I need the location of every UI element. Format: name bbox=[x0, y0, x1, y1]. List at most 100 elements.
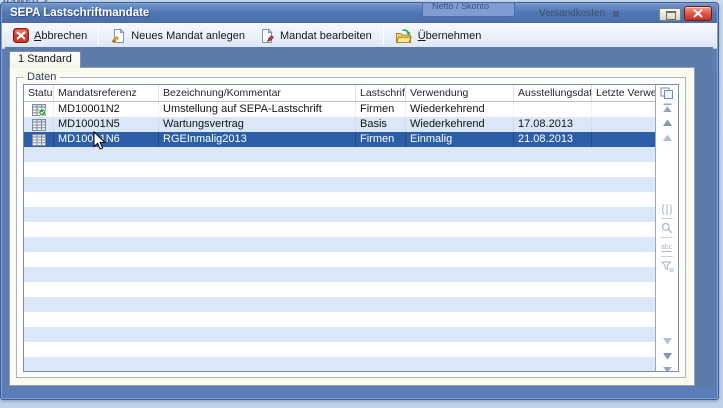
column-header-letzte_verwendung[interactable]: Letzte Verwendung bbox=[592, 85, 656, 101]
cell-bezeichnung[interactable]: RGEInmalig2013 bbox=[159, 132, 356, 147]
cell-ausstellungsdatum[interactable]: 17.08.2013 bbox=[514, 117, 592, 132]
column-header-bezeichnung[interactable]: Bezeichnung/Kommentar bbox=[159, 85, 356, 101]
empty-row bbox=[24, 207, 655, 222]
toolbar-button-übernehmen[interactable]: Übernehmen bbox=[388, 25, 489, 47]
empty-row bbox=[24, 192, 655, 207]
cell-status[interactable] bbox=[24, 117, 54, 132]
column-width-icon[interactable] bbox=[660, 203, 674, 215]
table-row[interactable]: MD10001N5WartungsvertragBasisWiederkehre… bbox=[24, 117, 655, 132]
next-page-icon[interactable] bbox=[660, 350, 674, 362]
empty-row bbox=[24, 357, 655, 371]
cell-status[interactable] bbox=[24, 132, 54, 147]
svg-text:abc: abc bbox=[661, 244, 673, 251]
next-row-icon[interactable] bbox=[660, 335, 674, 347]
first-row-icon[interactable] bbox=[660, 102, 674, 114]
daten-groupbox-label: Daten bbox=[23, 71, 60, 83]
toolbar-button-mandat-bearbeiten[interactable]: Mandat bearbeiten bbox=[252, 25, 379, 47]
toolbar-separator bbox=[98, 26, 99, 45]
edit-document-icon bbox=[259, 28, 275, 44]
empty-row bbox=[24, 342, 655, 357]
nav-separator bbox=[661, 237, 673, 238]
toolbar: Abbrechen Neues Mandat anlegen Mandat bear… bbox=[2, 23, 717, 49]
cell-verwendung[interactable]: Einmalig bbox=[406, 132, 514, 147]
tab-page: Daten StatusMandatsreferenzBezeichnung/K… bbox=[9, 67, 695, 386]
empty-row bbox=[24, 147, 655, 162]
apply-icon bbox=[395, 28, 413, 44]
titlebar[interactable]: SEPA Lastschriftmandate Netto / Skonto V… bbox=[2, 4, 717, 23]
nav-separator bbox=[661, 218, 673, 219]
background-netto-skonto-label: Netto / Skonto bbox=[432, 2, 489, 11]
client-area: 1 Standard Daten StatusMandatsreferenzBe… bbox=[5, 47, 713, 387]
cell-lastschriftart[interactable]: Basis bbox=[356, 117, 406, 132]
window-title: SEPA Lastschriftmandate bbox=[10, 7, 149, 19]
toolbar-separator bbox=[383, 26, 384, 45]
mouse-cursor bbox=[93, 131, 106, 150]
empty-row bbox=[24, 267, 655, 282]
new-document-icon bbox=[110, 28, 126, 44]
table-icon bbox=[32, 119, 46, 131]
toolbar-button-label: Neues Mandat anlegen bbox=[131, 30, 245, 42]
table-check-icon bbox=[32, 104, 46, 116]
background-window-square bbox=[613, 11, 619, 17]
cell-verwendung[interactable]: Wiederkehrend bbox=[406, 102, 514, 117]
cell-letzte_verwendung[interactable] bbox=[592, 132, 656, 147]
empty-row bbox=[24, 162, 655, 177]
table-row[interactable]: MD10001N6RGEInmalig2013FirmenEinmalig21.… bbox=[24, 132, 655, 147]
nav-group-bottom bbox=[656, 335, 678, 372]
cell-lastschriftart[interactable]: Firmen bbox=[356, 102, 406, 117]
tab-standard[interactable]: 1 Standard bbox=[9, 51, 81, 68]
sepa-mandate-dialog: SEPA Lastschriftmandate Netto / Skonto V… bbox=[0, 2, 719, 400]
empty-row bbox=[24, 252, 655, 267]
cell-mandatsreferenz[interactable]: MD10001N2 bbox=[54, 102, 159, 117]
grid: StatusMandatsreferenzBezeichnung/Komment… bbox=[24, 85, 656, 371]
cell-bezeichnung[interactable]: Wartungsvertrag bbox=[159, 117, 356, 132]
cell-letzte_verwendung[interactable] bbox=[592, 102, 656, 117]
cell-ausstellungsdatum[interactable]: 21.08.2013 bbox=[514, 132, 592, 147]
grid-nav-strip: abc bbox=[656, 85, 678, 371]
grid-header: StatusMandatsreferenzBezeichnung/Komment… bbox=[24, 85, 655, 102]
column-header-mandatsreferenz[interactable]: Mandatsreferenz bbox=[54, 85, 159, 101]
close-button[interactable] bbox=[684, 6, 712, 21]
search-icon[interactable] bbox=[660, 222, 674, 234]
toolbar-button-label: Übernehmen bbox=[418, 30, 482, 42]
nav-separator bbox=[661, 256, 673, 257]
restore-button[interactable] bbox=[659, 8, 681, 21]
empty-row bbox=[24, 177, 655, 192]
last-row-icon[interactable] bbox=[660, 365, 674, 372]
cell-verwendung[interactable]: Wiederkehrend bbox=[406, 117, 514, 132]
toolbar-button-abbrechen[interactable]: Abbrechen bbox=[6, 25, 94, 46]
cancel-icon bbox=[13, 28, 29, 43]
empty-row bbox=[24, 237, 655, 252]
text-search-icon[interactable]: abc bbox=[660, 241, 674, 253]
empty-row bbox=[24, 282, 655, 297]
mandate-grid: StatusMandatsreferenzBezeichnung/Komment… bbox=[23, 84, 679, 372]
cell-letzte_verwendung[interactable] bbox=[592, 117, 656, 132]
cell-lastschriftart[interactable]: Firmen bbox=[356, 132, 406, 147]
prev-row-icon[interactable] bbox=[660, 132, 674, 144]
table-icon bbox=[32, 134, 46, 146]
select-all-icon[interactable] bbox=[660, 87, 674, 99]
cell-status[interactable] bbox=[24, 102, 54, 117]
prev-page-icon[interactable] bbox=[660, 117, 674, 129]
filter-icon[interactable] bbox=[660, 260, 674, 272]
column-header-status[interactable]: Status bbox=[24, 85, 54, 101]
window-controls bbox=[659, 6, 712, 21]
empty-row bbox=[24, 327, 655, 342]
empty-row bbox=[24, 222, 655, 237]
table-row[interactable]: MD10001N2Umstellung auf SEPA-Lastschrift… bbox=[24, 102, 655, 117]
column-header-ausstellungsdatum[interactable]: Ausstellungsdatum bbox=[514, 85, 592, 101]
close-icon bbox=[693, 9, 703, 18]
daten-groupbox: Daten StatusMandatsreferenzBezeichnung/K… bbox=[16, 77, 686, 378]
empty-row bbox=[24, 297, 655, 312]
nav-group-top bbox=[656, 87, 678, 144]
toolbar-button-neues-mandat-anlegen[interactable]: Neues Mandat anlegen bbox=[103, 25, 252, 47]
cell-mandatsreferenz[interactable]: MD10001N5 bbox=[54, 117, 159, 132]
empty-row bbox=[24, 312, 655, 327]
background-versandkosten-label: Versandkosten bbox=[539, 8, 605, 19]
column-header-verwendung[interactable]: Verwendung bbox=[406, 85, 514, 101]
toolbar-button-label: Abbrechen bbox=[34, 30, 87, 42]
cell-ausstellungsdatum[interactable] bbox=[514, 102, 592, 117]
cell-bezeichnung[interactable]: Umstellung auf SEPA-Lastschrift bbox=[159, 102, 356, 117]
cell-mandatsreferenz[interactable]: MD10001N6 bbox=[54, 132, 159, 147]
column-header-lastschriftart[interactable]: Lastschriftart bbox=[356, 85, 406, 101]
